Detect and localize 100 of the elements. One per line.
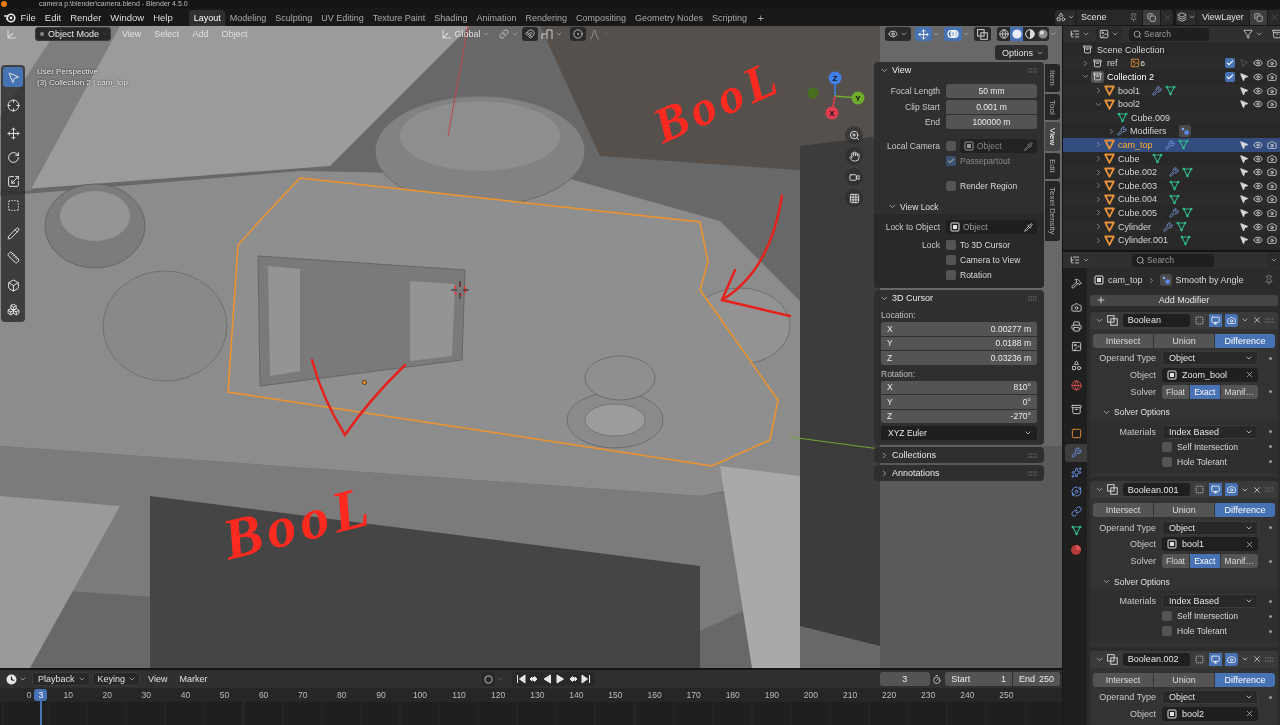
chevron-icon[interactable] bbox=[1094, 154, 1103, 164]
menu-item[interactable]: View bbox=[142, 672, 172, 686]
chevron-icon[interactable] bbox=[1094, 235, 1103, 245]
modifier-name-field[interactable]: Boolean bbox=[1122, 313, 1191, 327]
search-field[interactable]: Search bbox=[1129, 27, 1209, 41]
checkbox[interactable] bbox=[1162, 441, 1172, 452]
eye-icon[interactable] bbox=[1253, 153, 1263, 164]
number-field[interactable]: Y 0.0188 m bbox=[881, 336, 1037, 350]
caret-icon[interactable] bbox=[1082, 30, 1090, 38]
proportional-edit-toggle[interactable] bbox=[570, 27, 587, 41]
number-field[interactable]: 100000 m bbox=[946, 115, 1037, 129]
operand-type-dropdown[interactable]: Object bbox=[1162, 520, 1258, 535]
camera-icon[interactable] bbox=[1267, 180, 1277, 191]
edit-mode-toggle[interactable] bbox=[1193, 313, 1207, 327]
decorator-dot-icon[interactable] bbox=[1268, 445, 1272, 448]
solver-button[interactable]: Exact bbox=[1190, 554, 1220, 568]
caret-icon[interactable] bbox=[1111, 30, 1119, 38]
grip-icon[interactable] bbox=[1265, 487, 1274, 492]
operation-button[interactable]: Intersect bbox=[1093, 672, 1153, 687]
pan-button[interactable] bbox=[845, 147, 863, 165]
checkbox[interactable] bbox=[1162, 626, 1172, 636]
solver-button[interactable]: Float bbox=[1162, 554, 1190, 568]
checkbox[interactable] bbox=[1162, 611, 1172, 621]
number-field[interactable]: Y 0° bbox=[881, 395, 1037, 409]
grip-icon[interactable] bbox=[1028, 67, 1037, 73]
caret-icon[interactable] bbox=[1245, 354, 1253, 362]
zoom-button[interactable] bbox=[845, 126, 863, 144]
operation-button[interactable]: Difference bbox=[1215, 333, 1275, 348]
object-mode-dropdown[interactable]: Object Mode bbox=[35, 27, 111, 41]
eye-icon[interactable] bbox=[1253, 194, 1263, 205]
options-dropdown[interactable]: Options bbox=[994, 45, 1048, 60]
operation-button[interactable]: Union bbox=[1154, 333, 1214, 348]
sidebar-tab[interactable]: Texel Density bbox=[1045, 181, 1060, 241]
solver-button[interactable]: Manif… bbox=[1220, 554, 1258, 568]
sidebar-tab[interactable]: Tool bbox=[1045, 93, 1060, 121]
decorator-dot-icon[interactable] bbox=[1268, 629, 1272, 633]
chevron-icon[interactable] bbox=[880, 468, 889, 478]
grip-icon[interactable] bbox=[1028, 452, 1037, 458]
caret-icon[interactable] bbox=[1255, 30, 1263, 38]
decorator-dot-icon[interactable] bbox=[1268, 526, 1272, 529]
workspace-tab[interactable]: Compositing bbox=[571, 10, 631, 26]
camera-icon[interactable] bbox=[1267, 58, 1277, 69]
object-field[interactable]: bool2 bbox=[1162, 706, 1258, 721]
operation-button[interactable]: Union bbox=[1154, 672, 1214, 687]
properties-tab[interactable] bbox=[1065, 443, 1087, 462]
eye-icon[interactable] bbox=[1253, 180, 1263, 191]
next-keyframe-icon[interactable] bbox=[567, 674, 578, 684]
modifier-name-field[interactable]: Boolean.002 bbox=[1122, 652, 1191, 666]
sidebar-tab[interactable]: Edit bbox=[1045, 153, 1060, 180]
operand-type-dropdown[interactable]: Object bbox=[1162, 351, 1258, 365]
axis-handle[interactable]: Y bbox=[834, 91, 865, 105]
camera-icon[interactable] bbox=[1267, 221, 1277, 232]
pin-icon[interactable] bbox=[1129, 12, 1138, 22]
operation-button[interactable]: Difference bbox=[1215, 672, 1275, 687]
workspace-tab[interactable]: Sculpting bbox=[270, 10, 317, 26]
current-frame-field[interactable]: 3 bbox=[879, 672, 930, 686]
menu-item[interactable]: Marker bbox=[173, 672, 212, 686]
menu-item[interactable]: Edit bbox=[40, 9, 66, 25]
chevron-icon[interactable] bbox=[1102, 577, 1111, 586]
object-field[interactable]: bool1 bbox=[1162, 537, 1258, 551]
display-mode-dropdown[interactable] bbox=[1096, 27, 1122, 41]
stopwatch-icon[interactable] bbox=[931, 673, 942, 685]
viewport-toggle[interactable] bbox=[1209, 483, 1223, 496]
outliner-row[interactable]: cam_top bbox=[1063, 138, 1280, 152]
close-icon[interactable] bbox=[1252, 484, 1263, 495]
overlay-toggle[interactable] bbox=[944, 27, 963, 41]
workspace-tab[interactable]: Shading bbox=[429, 10, 472, 26]
eye-icon[interactable] bbox=[1253, 167, 1263, 178]
materials-dropdown[interactable]: Index Based bbox=[1162, 424, 1258, 439]
chevron-icon[interactable] bbox=[1081, 58, 1090, 68]
number-field[interactable]: Z 0.03236 m bbox=[881, 351, 1037, 365]
number-field[interactable]: 50 mm bbox=[946, 84, 1037, 98]
checkbox[interactable] bbox=[946, 240, 956, 250]
number-field[interactable]: Z -270° bbox=[881, 409, 1037, 423]
camera-view-button[interactable] bbox=[845, 168, 863, 186]
eye-icon[interactable] bbox=[1253, 235, 1263, 246]
operation-button[interactable]: Union bbox=[1154, 503, 1214, 517]
checkbox[interactable] bbox=[1225, 58, 1235, 69]
decorator-dot-icon[interactable] bbox=[1268, 460, 1272, 463]
chevron-icon[interactable] bbox=[1094, 181, 1103, 191]
camera-icon[interactable] bbox=[1267, 85, 1277, 96]
pointer-icon[interactable] bbox=[1239, 207, 1249, 218]
prev-keyframe-icon[interactable] bbox=[528, 674, 539, 684]
new-scene-button[interactable] bbox=[1143, 9, 1160, 25]
chevron-icon[interactable] bbox=[1107, 126, 1116, 136]
checkbox[interactable] bbox=[946, 181, 956, 191]
record-button[interactable] bbox=[481, 672, 495, 686]
skip-start-icon[interactable] bbox=[515, 674, 526, 684]
edit-mode-toggle[interactable] bbox=[1193, 652, 1207, 666]
checkbox[interactable] bbox=[946, 270, 956, 280]
object-field[interactable]: Object bbox=[960, 139, 1037, 153]
close-icon[interactable] bbox=[1252, 315, 1263, 325]
camera-icon[interactable] bbox=[1267, 153, 1277, 164]
decorator-dot-icon[interactable] bbox=[1268, 614, 1272, 618]
workspace-tab[interactable]: Modeling bbox=[225, 10, 271, 26]
play-reverse-icon[interactable] bbox=[541, 674, 552, 684]
caret-icon[interactable] bbox=[1082, 256, 1090, 264]
render-toggle[interactable] bbox=[1225, 652, 1239, 666]
camera-icon[interactable] bbox=[1267, 207, 1277, 218]
menu-dropdown[interactable]: Keying bbox=[91, 672, 141, 686]
